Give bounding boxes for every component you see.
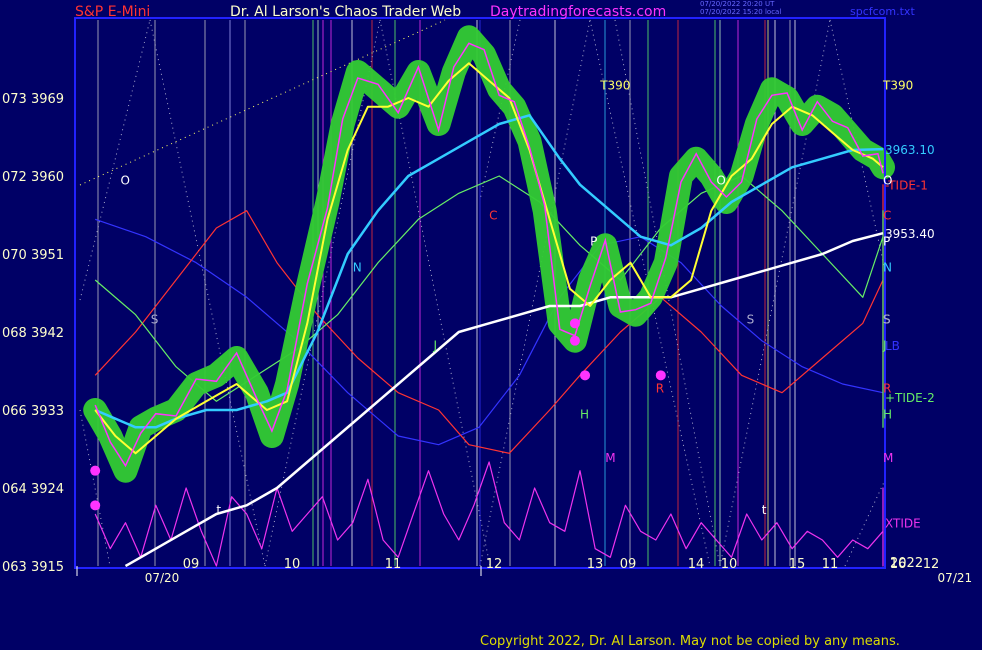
cycle-annotation: H bbox=[883, 408, 892, 422]
y-tick-label: 064 3924 bbox=[2, 482, 64, 497]
cycle-annotation: t bbox=[216, 503, 221, 517]
x-tick-label: 09 bbox=[183, 557, 200, 572]
cycle-annotation: P bbox=[883, 234, 890, 248]
diagonal-guide bbox=[614, 19, 721, 567]
cycle-annotation: J bbox=[882, 338, 887, 352]
date-label: 07/20 bbox=[145, 571, 180, 585]
x-tick-label: 12 bbox=[923, 557, 940, 572]
right-label: XTIDE bbox=[885, 517, 921, 531]
x-tick-label: 10 bbox=[284, 557, 301, 572]
cycle-annotation: N bbox=[883, 260, 892, 274]
cycle-annotation: O bbox=[120, 174, 129, 188]
diagonal-guide bbox=[149, 19, 266, 567]
site-title: Dr. Al Larson's Chaos Trader Web bbox=[230, 4, 462, 20]
date-label: 07/21 bbox=[938, 571, 973, 585]
diagonal-guide bbox=[79, 19, 151, 301]
timestamp-ut: 07/20/2022 20:20 UT bbox=[700, 0, 775, 8]
cycle-annotation: P bbox=[590, 234, 597, 248]
cycle-annotation: S bbox=[883, 312, 891, 326]
site-link[interactable]: Daytradingforecasts.com bbox=[490, 4, 666, 20]
x-tick-label: 15 bbox=[789, 557, 806, 572]
right-label: 3963.10 bbox=[885, 143, 935, 157]
cycle-annotation: T390 bbox=[599, 78, 630, 92]
low-marker bbox=[90, 500, 101, 511]
cycle-annotation: C bbox=[883, 208, 891, 222]
low-marker bbox=[655, 370, 666, 381]
year-label: 2022 bbox=[890, 556, 923, 571]
y-tick-label: 073 3969 bbox=[2, 92, 64, 107]
x-tick-label: 09 bbox=[620, 557, 637, 572]
copyright-notice: Copyright 2022, Dr. Al Larson. May not b… bbox=[480, 634, 900, 649]
right-label: LB bbox=[885, 339, 900, 353]
cycle-annotation: T390 bbox=[882, 78, 913, 92]
cycle-annotation: M bbox=[605, 451, 615, 465]
trend-line bbox=[124, 231, 884, 568]
cycle-annotation: O bbox=[716, 174, 725, 188]
x-tick-label: 11 bbox=[822, 557, 839, 572]
cycle-annotation: S bbox=[747, 312, 755, 326]
cycle-annotation: t bbox=[762, 503, 767, 517]
chart-canvas: 063 3915 064 3924 066 3933 068 3942 070 3951… bbox=[2, 17, 973, 585]
x-tick-label: 13 bbox=[587, 557, 604, 572]
instrument-title: S&P E-Mini bbox=[75, 4, 151, 20]
cycle-annotation: S bbox=[151, 312, 159, 326]
y-tick-label: 063 3915 bbox=[2, 560, 64, 575]
cycle-annotation: J bbox=[433, 338, 438, 352]
timestamp: 07/20/2022 20:20 UT 07/20/2022 15:20 loc… bbox=[700, 0, 781, 16]
cycle-annotation: O bbox=[883, 174, 892, 188]
y-tick-label: 068 3942 bbox=[2, 326, 64, 341]
x-tick-label: 11 bbox=[385, 557, 402, 572]
cycle-annotation: H bbox=[580, 408, 589, 422]
cycle-annotation: N bbox=[353, 260, 362, 274]
cycle-annotation: C bbox=[489, 208, 497, 222]
y-tick-label: 066 3933 bbox=[2, 404, 64, 419]
right-label: +TIDE-2 bbox=[885, 391, 935, 405]
diagonal-guide bbox=[844, 479, 886, 567]
low-marker bbox=[569, 335, 580, 346]
low-marker bbox=[90, 465, 101, 476]
timestamp-local: 07/20/2022 15:20 local bbox=[700, 8, 782, 16]
y-tick-label: 072 3960 bbox=[2, 170, 64, 185]
cycle-annotation: R bbox=[656, 382, 664, 396]
low-marker bbox=[580, 370, 591, 381]
cycle-annotation: R bbox=[883, 382, 891, 396]
right-label: 3953.40 bbox=[885, 227, 935, 241]
x-tick-label: 14 bbox=[688, 557, 705, 572]
x-tick-label: 10 bbox=[721, 557, 738, 572]
data-file-name: spcfcom.txt bbox=[850, 5, 915, 18]
cycle-annotation: M bbox=[883, 451, 893, 465]
chart-root: { "header": { "left_title": "S&P E-Mini"… bbox=[0, 0, 982, 650]
low-marker bbox=[569, 318, 580, 329]
x-tick-label: 12 bbox=[486, 557, 503, 572]
y-tick-label: 070 3951 bbox=[2, 248, 64, 263]
